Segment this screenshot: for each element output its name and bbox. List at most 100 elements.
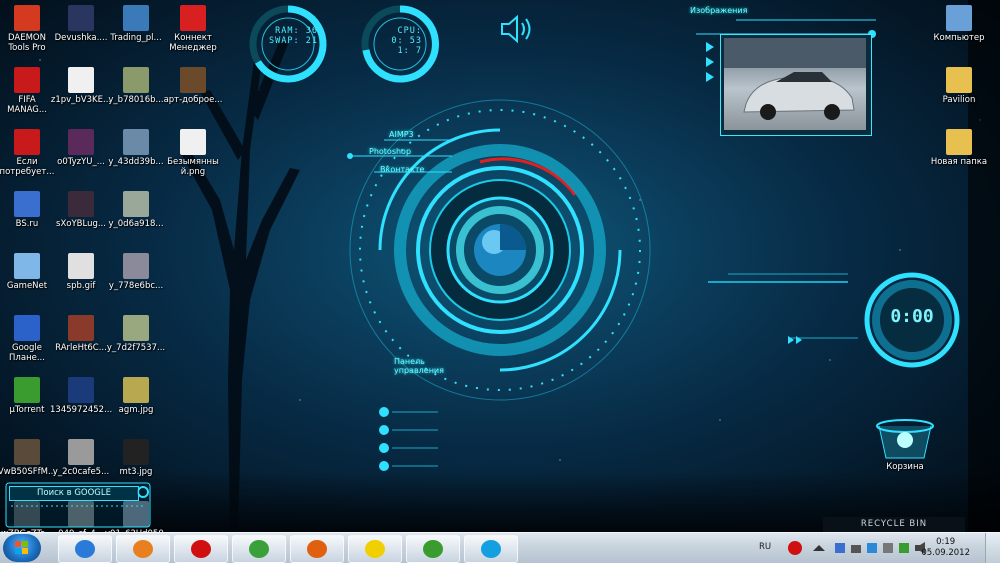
utorrent-icon [423, 540, 443, 558]
desktop-icon-label: Trading_pl... [110, 33, 162, 43]
desktop-icon-label: Devushka.... [54, 33, 108, 43]
photo-nav-arrows[interactable] [704, 40, 718, 86]
show-desktop-button[interactable] [985, 533, 1000, 563]
photo-caption: Изображения [690, 6, 748, 15]
desktop-icon-label: y_b78016b... [108, 95, 164, 105]
chrome-icon [249, 540, 269, 558]
image-file-icon [123, 439, 149, 465]
desktop-icon[interactable]: Безымянны й.png [162, 129, 224, 177]
image-file-icon [68, 191, 94, 217]
taskbar-opera[interactable] [174, 535, 228, 563]
desktop-icon-label: Новая папка [930, 157, 988, 167]
desktop-icon[interactable]: Компьютер [928, 5, 990, 43]
car-icon [724, 38, 866, 120]
clock-date: 05.09.2012 [921, 548, 970, 558]
recycle-bin-bar[interactable]: RECYCLE BIN [823, 517, 965, 532]
desktop-icon[interactable]: Pavilion [928, 67, 990, 105]
folder-icon [946, 67, 972, 93]
image-slideshow-widget[interactable]: Изображения [690, 6, 876, 136]
desktop-icon-label: y_2c0cafe5... [52, 467, 110, 477]
media-player-icon [133, 540, 153, 558]
timer-widget[interactable]: 0:00 [862, 270, 962, 370]
skype-icon [481, 540, 501, 558]
desktop-icon-label: арт-доброе... [163, 95, 223, 105]
fifa-icon [14, 67, 40, 93]
desktop-icon[interactable]: spb.gif [50, 253, 112, 291]
timer-readout: 0:00 [890, 306, 934, 327]
desktop-icon-label: y_7d2f7537... [106, 343, 166, 353]
desktop-icon[interactable]: y_2c0cafe5... [50, 439, 112, 477]
desktop-icon[interactable]: RArleHt6C... [50, 315, 112, 353]
desktop-icon[interactable]: sXoYBLug... [50, 191, 112, 229]
volume-icon[interactable] [498, 14, 538, 44]
search-input[interactable]: Поиск в GOOGLE [9, 486, 139, 501]
taskbar-skype[interactable] [464, 535, 518, 563]
cpu-readout: CPU: 0: 53 1: 7 [391, 26, 422, 56]
desktop-icon[interactable]: Trading_pl... [105, 5, 167, 43]
desktop-icon[interactable]: 1345972452... [50, 377, 112, 415]
desktop-icon[interactable]: y_7d2f7537... [105, 315, 167, 353]
taskbar-connect-manager[interactable] [348, 535, 402, 563]
desktop: DAEMON Tools Pro FIFA MANAG... Если потреб… [0, 0, 1000, 532]
timer-lines [708, 273, 858, 344]
connect-plus-icon [365, 540, 385, 558]
desktop-icon[interactable]: Devushka.... [50, 5, 112, 43]
hud-control-panel[interactable]: Панель управления [394, 357, 444, 375]
desktop-icon-label: o0TyzYU_... [57, 157, 105, 167]
image-file-icon [68, 439, 94, 465]
taskbar-firefox[interactable] [290, 535, 344, 563]
desktop-icon-label: z1pv_bV3KE... [50, 95, 112, 105]
taskbar-utorrent[interactable] [406, 535, 460, 563]
desktop-icon-label: Коннект Менеджер [169, 33, 217, 53]
image-file-icon [14, 439, 40, 465]
taskbar-media-player[interactable] [116, 535, 170, 563]
start-button[interactable] [3, 534, 41, 562]
desktop-icon[interactable]: арт-доброе... [162, 67, 224, 105]
computer-icon [946, 5, 972, 31]
image-file-icon [123, 5, 149, 31]
system-tray: RU [755, 533, 935, 563]
clock[interactable]: 0:19 05.09.2012 [921, 537, 970, 559]
image-file-icon [68, 315, 94, 341]
image-file-icon [123, 67, 149, 93]
desktop-icon[interactable]: mt3.jpg [105, 439, 167, 477]
desktop-icon-label: Безымянны й.png [167, 157, 219, 177]
trash-icon [876, 419, 934, 459]
desktop-icon[interactable]: y_0d6a918... [105, 191, 167, 229]
image-file-icon [68, 5, 94, 31]
recycle-bin-label: Корзина [886, 462, 924, 472]
daemon-tools-icon [14, 5, 40, 31]
taskbar-internet-explorer[interactable] [58, 535, 112, 563]
fifa-icon [14, 129, 40, 155]
desktop-icon-label: RArleHt6C... [55, 343, 107, 353]
recycle-bin-icon[interactable]: Корзина [872, 418, 938, 472]
desktop-icon[interactable]: y_b78016b... [105, 67, 167, 105]
car-photo [724, 38, 866, 130]
desktop-icon[interactable]: y_778e6bc... [105, 253, 167, 291]
desktop-icon[interactable]: y_43dd39b... [105, 129, 167, 167]
utorrent-icon [14, 377, 40, 403]
connect-manager-icon [180, 5, 206, 31]
taskbar: RU 0:19 05.09.2012 [0, 532, 1000, 563]
desktop-icon[interactable]: Новая папка [928, 129, 990, 167]
image-file-icon [68, 377, 94, 403]
hud-menu-lines [347, 139, 452, 173]
desktop-icon[interactable]: o0TyzYU_... [50, 129, 112, 167]
desktop-icon[interactable]: agm.jpg [105, 377, 167, 415]
ie-icon [75, 540, 95, 558]
desktop-icon-label: y_43dd39b... [108, 157, 164, 167]
desktop-icon-label: agm.jpg [118, 405, 154, 415]
windows-logo-icon [15, 541, 28, 554]
tray-icons[interactable] [783, 539, 933, 557]
google-search-widget[interactable]: Поиск в GOOGLE [5, 482, 151, 528]
taskbar-chrome[interactable] [232, 535, 286, 563]
desktop-icon[interactable]: Коннект Менеджер [162, 5, 224, 53]
language-indicator[interactable]: RU [759, 542, 771, 552]
desktop-icon-label: spb.gif [66, 281, 96, 291]
image-file-icon [180, 129, 206, 155]
desktop-icon-label: sXoYBLug... [56, 219, 106, 229]
desktop-icon-label: y_0d6a918... [108, 219, 164, 229]
image-file-icon [68, 67, 94, 93]
desktop-icon-label: mt3.jpg [119, 467, 153, 477]
desktop-icon[interactable]: z1pv_bV3KE... [50, 67, 112, 105]
